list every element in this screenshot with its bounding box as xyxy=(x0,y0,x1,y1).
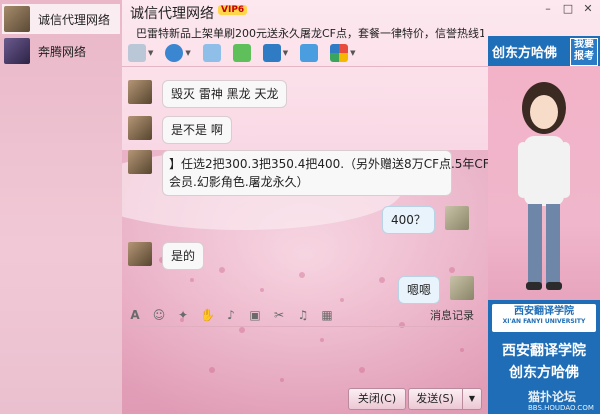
ad-top-text: 创东方哈佛 xyxy=(492,46,558,61)
avatar xyxy=(128,150,152,174)
monitor-icon xyxy=(262,44,281,62)
message-bubble: 】任选2把300.3把350.4把400.（另外赠送8万CF点.5年CF 会员.… xyxy=(162,150,490,196)
ad-report-button[interactable]: 我要报考 xyxy=(570,38,598,66)
message-bubble: 400？ xyxy=(382,206,435,234)
contact-name: 奔腾网络 xyxy=(38,44,87,59)
message-sent: 嗯嗯 xyxy=(398,276,475,304)
avatar xyxy=(128,80,152,104)
ad-panel[interactable]: 创东方哈佛 我要报考 西安翻译学院 XI'AN FANYI UNIVERSITY… xyxy=(488,36,600,414)
window-controls: – □ ✕ xyxy=(540,2,596,16)
watermark: 猫扑论坛 xyxy=(528,390,577,404)
voice-message-icon[interactable]: ♪ xyxy=(224,308,238,322)
avatar xyxy=(444,206,469,230)
microphone-icon xyxy=(128,44,146,62)
screenshot-icon[interactable]: ✂ xyxy=(272,308,286,322)
avatar xyxy=(4,38,30,64)
notice-text: 巴雷特新品上架单刷200元送永久屠龙CF点，套餐一律特价，信誉热线1... xyxy=(136,27,484,40)
divider xyxy=(122,66,488,67)
message: 毁灭 雷神 黑龙 天龙 xyxy=(128,80,288,108)
message: 是不是 啊 xyxy=(128,116,232,144)
folder-icon xyxy=(202,44,221,62)
close-button[interactable]: 关闭(C) xyxy=(348,388,406,410)
message-bubble: 嗯嗯 xyxy=(398,276,441,304)
divider xyxy=(122,326,488,327)
tool-screen[interactable]: ▼ xyxy=(262,44,289,62)
minimize-icon[interactable]: – xyxy=(540,2,556,16)
message-line: 会员.幻影角色.屠龙永久） xyxy=(169,175,309,189)
image-icon[interactable]: ▣ xyxy=(248,308,262,322)
message-icon xyxy=(300,44,319,62)
add-document-icon xyxy=(232,44,251,62)
message-sent: 400？ xyxy=(382,206,469,234)
message: 是的 xyxy=(128,242,205,270)
contact-item-benteng[interactable]: 奔腾网络 xyxy=(2,36,120,66)
message: 】任选2把300.3把350.4把400.（另外赠送8万CF点.5年CF 会员.… xyxy=(128,150,490,196)
message-bubble: 是不是 啊 xyxy=(162,116,232,144)
ad-header: 创东方哈佛 我要报考 xyxy=(488,36,600,66)
tool-add[interactable] xyxy=(232,44,251,62)
camera-icon xyxy=(165,44,184,62)
message-history-link[interactable]: 消息记录 xyxy=(430,307,474,323)
avatar xyxy=(128,242,152,266)
more-icon[interactable]: ▦ xyxy=(320,308,334,322)
avatar xyxy=(4,6,30,32)
avatar xyxy=(450,276,475,300)
chevron-down-icon: ▼ xyxy=(350,49,356,57)
maximize-icon[interactable]: □ xyxy=(560,2,576,16)
magic-icon[interactable]: ✦ xyxy=(176,308,190,322)
message-bubble: 毁灭 雷神 黑龙 天龙 xyxy=(162,80,288,108)
contact-list: 诚信代理网络 奔腾网络 xyxy=(0,0,123,414)
chat-toolbar: ▼ ▼ ▼ ▼ xyxy=(128,42,480,64)
tool-voice[interactable]: ▼ xyxy=(128,44,153,62)
message-line: 】任选2把300.3把350.4把400.（另外赠送8万CF点.5年CF xyxy=(169,157,490,171)
chevron-down-icon[interactable]: ▼ xyxy=(462,389,481,409)
tool-apps[interactable]: ▼ xyxy=(330,44,356,62)
music-icon[interactable]: ♫ xyxy=(296,308,310,322)
chevron-down-icon: ▼ xyxy=(148,49,154,57)
ad-school-name: 西安翻译学院 xyxy=(502,343,586,359)
ad-footer: 西安翻译学院 XI'AN FANYI UNIVERSITY 西安翻译学院 创东方… xyxy=(488,300,600,414)
apps-icon xyxy=(330,44,349,62)
school-logo: 西安翻译学院 XI'AN FANYI UNIVERSITY xyxy=(492,304,596,332)
chevron-down-icon: ▼ xyxy=(185,49,191,57)
vip-badge: VIP6 xyxy=(218,5,248,15)
font-icon[interactable]: A xyxy=(128,308,142,322)
emoji-icon[interactable]: ☺ xyxy=(152,308,166,322)
ad-slogan: 创东方哈佛 xyxy=(509,365,579,381)
ad-girl-illustration xyxy=(518,82,570,290)
tool-file[interactable] xyxy=(202,44,221,62)
poke-icon[interactable]: ✋ xyxy=(200,308,215,322)
tool-message[interactable] xyxy=(300,44,319,62)
avatar xyxy=(128,116,152,140)
contact-name: 诚信代理网络 xyxy=(38,12,111,27)
close-icon[interactable]: ✕ xyxy=(580,2,596,16)
window-title: 诚信代理网络 xyxy=(130,6,214,22)
send-label: 发送(S) xyxy=(416,392,454,405)
send-button[interactable]: 发送(S) ▼ xyxy=(408,388,482,410)
contact-item-chengxin[interactable]: 诚信代理网络 xyxy=(2,4,120,34)
chevron-down-icon: ▼ xyxy=(282,49,289,57)
notice-bar[interactable]: 巴雷特新品上架单刷200元送永久屠龙CF点，套餐一律特价，信誉热线1... xyxy=(128,25,484,41)
watermark-url: BBS.HOUDAO.COM xyxy=(528,404,594,412)
tool-video[interactable]: ▼ xyxy=(165,44,191,62)
message-bubble: 是的 xyxy=(162,242,205,270)
